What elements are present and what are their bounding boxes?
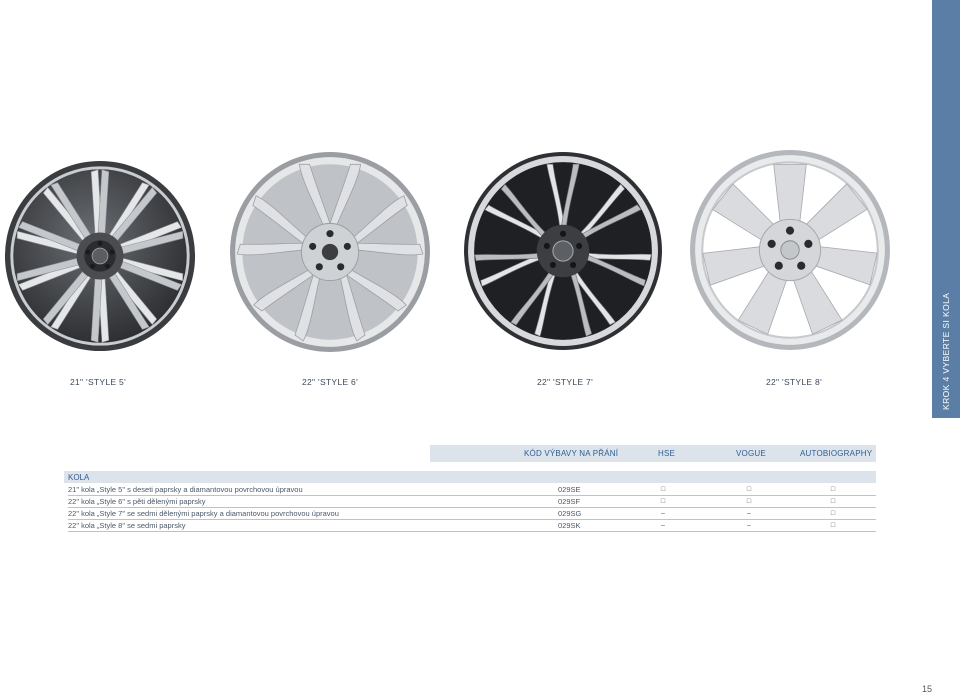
row-description: 22" kola „Style 8" se sedmi paprsky	[68, 521, 186, 530]
availability-hse: □	[660, 498, 666, 505]
availability-hse: □	[660, 486, 666, 493]
availability-vogue: –	[747, 522, 751, 529]
header-vogue: VOGUE	[736, 449, 766, 458]
header-hse: HSE	[658, 449, 676, 458]
table-row: 22" kola „Style 8" se sedmi paprsky 029S…	[68, 521, 876, 532]
wheel-style-6-caption: 22" 'STYLE 6'	[302, 377, 358, 387]
section-heading-label: KOLA	[68, 473, 90, 482]
side-tab-label: KROK 4 VYBERTE SI KOLA	[941, 292, 951, 410]
row-description: 22" kola „Style 6" s pěti dělenými paprs…	[68, 497, 206, 506]
page-number: 15	[922, 684, 933, 694]
availability-autobiography: □	[830, 522, 836, 529]
wheel-style-7-image	[462, 150, 664, 352]
availability-hse: –	[661, 510, 665, 517]
wheel-style-8-caption: 22" 'STYLE 8'	[766, 377, 822, 387]
availability-autobiography: □	[830, 498, 836, 505]
availability-vogue: –	[747, 510, 751, 517]
header-autobiography: AUTOBIOGRAPHY	[800, 449, 873, 458]
wheel-style-8-image	[688, 148, 892, 352]
table-row: 22" kola „Style 6" s pěti dělenými paprs…	[68, 497, 876, 508]
row-code: 029SK	[558, 521, 581, 530]
wheel-style-5-image	[2, 158, 198, 354]
availability-autobiography: □	[830, 510, 836, 517]
header-option-code: KÓD VÝBAVY NA PŘÁNÍ	[524, 449, 619, 458]
availability-vogue: □	[746, 498, 752, 505]
row-description: 21" kola „Style 5" s deseti paprsky a di…	[68, 485, 303, 494]
row-description: 22" kola „Style 7" se sedmi dělenými pap…	[68, 509, 339, 518]
availability-hse: –	[661, 522, 665, 529]
wheel-style-7-caption: 22" 'STYLE 7'	[537, 377, 593, 387]
availability-autobiography: □	[830, 486, 836, 493]
table-row: 21" kola „Style 5" s deseti paprsky a di…	[68, 485, 876, 496]
row-code: 029SE	[558, 485, 581, 494]
row-code: 029SF	[558, 497, 581, 506]
row-code: 029SG	[558, 509, 582, 518]
side-section-tab: KROK 4 VYBERTE SI KOLA	[932, 0, 960, 418]
section-heading: KOLA	[64, 471, 876, 483]
availability-vogue: □	[746, 486, 752, 493]
table-header: KÓD VÝBAVY NA PŘÁNÍ HSE VOGUE AUTOBIOGRA…	[68, 445, 876, 462]
wheel-style-6-image	[228, 150, 432, 354]
table-row: 22" kola „Style 7" se sedmi dělenými pap…	[68, 509, 876, 520]
wheel-style-5-caption: 21" 'STYLE 5'	[70, 377, 126, 387]
